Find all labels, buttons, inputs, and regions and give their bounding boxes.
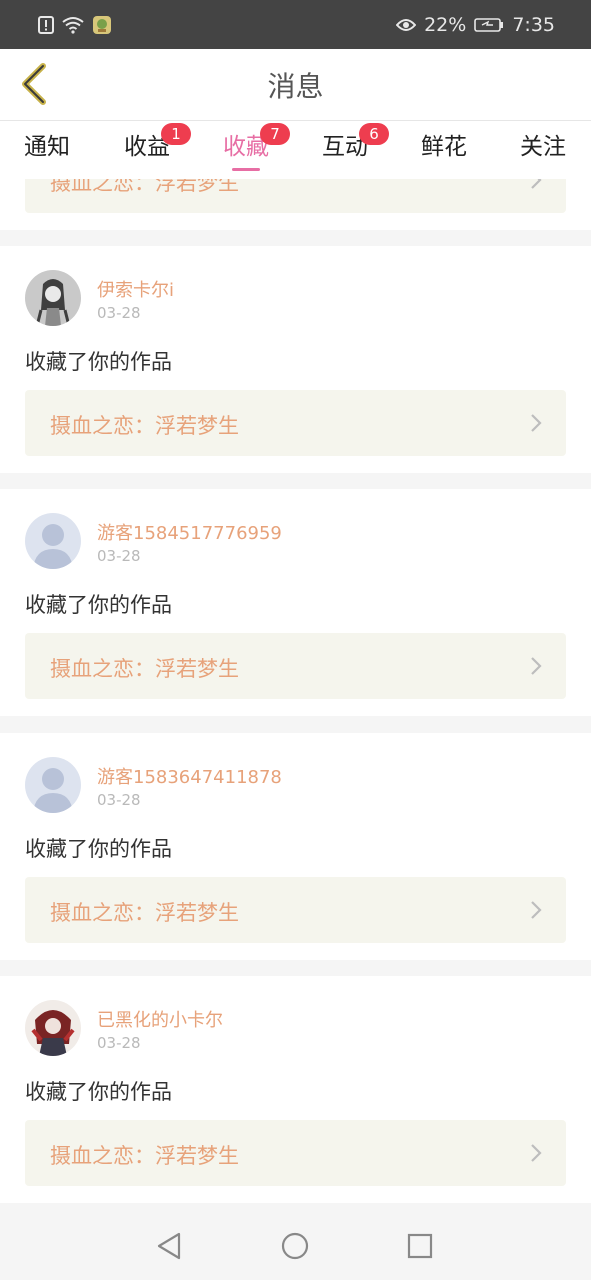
battery-icon xyxy=(474,17,504,33)
timestamp: 03-28 xyxy=(97,304,141,322)
user-avatar[interactable] xyxy=(25,1000,81,1056)
app-header: 消息 xyxy=(0,49,591,121)
battery-percent: 22% xyxy=(424,13,467,36)
action-text: 收藏了你的作品 xyxy=(25,1080,172,1104)
app-notification-icon xyxy=(92,15,112,35)
tab-label: 关注 xyxy=(520,134,566,160)
tab-interactions[interactable]: 互动 6 xyxy=(305,123,389,175)
tab-bar: 通知 收益 1 收藏 7 互动 6 鲜花 关注 xyxy=(0,121,591,179)
user-name[interactable]: 游客1584517776959 xyxy=(97,519,282,545)
user-avatar[interactable] xyxy=(25,757,81,813)
tab-notifications[interactable]: 通知 xyxy=(7,129,87,175)
chevron-right-icon xyxy=(528,899,544,921)
action-text: 收藏了你的作品 xyxy=(25,350,172,374)
nav-recents-button[interactable] xyxy=(403,1229,437,1263)
alert-icon xyxy=(38,15,54,34)
tab-earnings[interactable]: 收益 1 xyxy=(107,123,191,175)
work-link[interactable]: 摄血之恋：浮若梦生 xyxy=(25,1120,566,1186)
chevron-right-icon xyxy=(528,1142,544,1164)
timestamp: 03-28 xyxy=(97,547,141,565)
chevron-right-icon xyxy=(528,655,544,677)
chevron-right-icon xyxy=(528,179,544,191)
timestamp: 03-28 xyxy=(97,791,141,809)
list-item: 已黑化的小卡尔 03-28 收藏了你的作品 摄血之恋：浮若梦生 xyxy=(0,976,591,1203)
user-avatar[interactable] xyxy=(25,270,81,326)
work-link[interactable]: 摄血之恋：浮若梦生 xyxy=(25,179,566,213)
work-link[interactable]: 摄血之恋：浮若梦生 xyxy=(25,877,566,943)
tab-favorites[interactable]: 收藏 7 xyxy=(206,123,290,175)
work-title: 摄血之恋：浮若梦生 xyxy=(50,414,239,438)
action-text: 收藏了你的作品 xyxy=(25,593,172,617)
nav-back-button[interactable] xyxy=(152,1229,186,1263)
work-link[interactable]: 摄血之恋：浮若梦生 xyxy=(25,390,566,456)
list-item: 伊索卡尔i 03-28 收藏了你的作品 摄血之恋：浮若梦生 xyxy=(0,246,591,473)
tab-label: 通知 xyxy=(24,134,70,160)
back-button[interactable] xyxy=(14,63,54,109)
work-title: 摄血之恋：浮若梦生 xyxy=(50,179,239,195)
back-arrow-icon xyxy=(19,63,49,109)
wifi-icon xyxy=(62,16,84,34)
chevron-right-icon xyxy=(528,412,544,434)
work-title: 摄血之恋：浮若梦生 xyxy=(50,657,239,681)
badge-count: 6 xyxy=(359,123,389,145)
work-link[interactable]: 摄血之恋：浮若梦生 xyxy=(25,633,566,699)
tab-flowers[interactable]: 鲜花 xyxy=(404,129,484,175)
work-title: 摄血之恋：浮若梦生 xyxy=(50,901,239,925)
user-name[interactable]: 伊索卡尔i xyxy=(97,276,174,302)
timestamp: 03-28 xyxy=(97,1034,141,1052)
user-name[interactable]: 已黑化的小卡尔 xyxy=(97,1006,223,1032)
user-avatar[interactable] xyxy=(25,513,81,569)
page-title: 消息 xyxy=(267,69,324,103)
active-tab-indicator xyxy=(232,168,260,171)
action-text: 收藏了你的作品 xyxy=(25,837,172,861)
user-name[interactable]: 游客1583647411878 xyxy=(97,763,282,789)
status-bar: 22% 7:35 xyxy=(0,0,591,49)
message-list[interactable]: 摄血之恋：浮若梦生 伊索卡尔i 03-28 收藏了你的作品 摄血之恋：浮若梦生 … xyxy=(0,179,591,1211)
badge-count: 7 xyxy=(260,123,290,145)
tab-label: 鲜花 xyxy=(421,134,467,160)
work-title: 摄血之恋：浮若梦生 xyxy=(50,1144,239,1168)
clock: 7:35 xyxy=(512,13,555,36)
nav-home-button[interactable] xyxy=(278,1229,312,1263)
list-item: 游客1584517776959 03-28 收藏了你的作品 摄血之恋：浮若梦生 xyxy=(0,489,591,716)
system-nav-bar xyxy=(0,1211,591,1280)
list-item: 摄血之恋：浮若梦生 xyxy=(0,179,591,230)
eye-icon xyxy=(396,18,417,32)
list-item: 游客1583647411878 03-28 收藏了你的作品 摄血之恋：浮若梦生 xyxy=(0,733,591,960)
tab-follows[interactable]: 关注 xyxy=(503,129,583,175)
badge-count: 1 xyxy=(161,123,191,145)
